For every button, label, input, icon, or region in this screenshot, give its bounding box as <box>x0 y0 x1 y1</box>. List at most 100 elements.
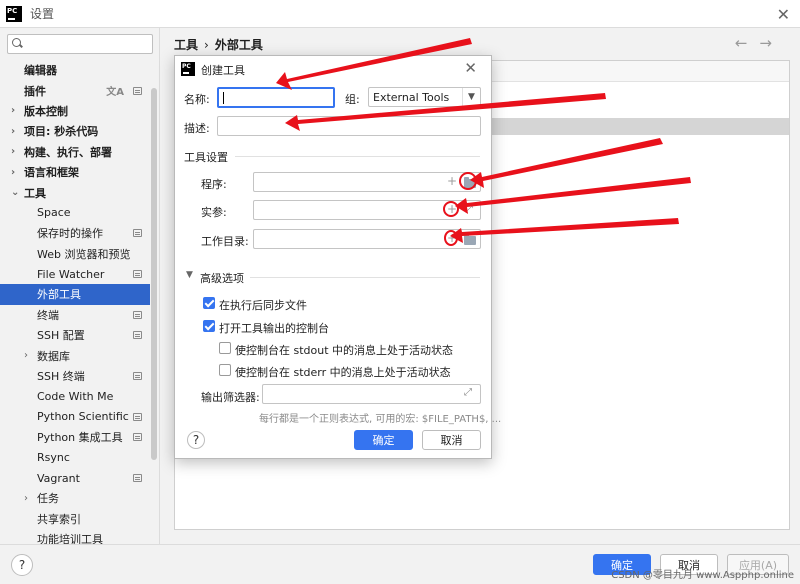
sidebar-item-label: 编辑器 <box>24 64 57 78</box>
search-input[interactable] <box>28 38 138 50</box>
dialog-cancel-button[interactable]: 取消 <box>422 430 481 450</box>
sidebar-item-label: 构建、执行、部署 <box>24 145 112 159</box>
sidebar-item[interactable]: File Watcher <box>0 264 150 284</box>
program-label: 程序: <box>201 178 227 191</box>
plus-icon[interactable]: + <box>447 231 457 245</box>
window-title: 设置 <box>30 7 55 21</box>
sync-files-checkbox[interactable] <box>203 297 215 309</box>
stdout-label: 使控制台在 stdout 中的消息上处于活动状态 <box>235 344 454 357</box>
sidebar-item[interactable]: ⌄ 工具 <box>0 182 150 202</box>
sidebar-item[interactable]: 功能培训工具 <box>0 529 150 544</box>
project-level-icon <box>133 372 142 381</box>
chevron-right-icon[interactable]: › <box>11 167 15 178</box>
sidebar-item[interactable]: Python Scientific <box>0 407 150 427</box>
dialog-close-icon[interactable]: ✕ <box>464 59 477 77</box>
arguments-label: 实参: <box>201 206 227 219</box>
sidebar-item[interactable]: 共享索引 <box>0 509 150 529</box>
stderr-checkbox[interactable] <box>219 364 231 376</box>
chevron-right-icon[interactable]: › <box>24 350 28 361</box>
plus-icon[interactable]: + <box>447 202 457 216</box>
sidebar-item[interactable]: › 数据库 <box>0 345 150 365</box>
sidebar-item-label: 终端 <box>37 308 59 322</box>
folder-icon[interactable] <box>464 177 476 188</box>
project-level-icon <box>133 270 142 279</box>
sidebar-item[interactable]: › 构建、执行、部署 <box>0 142 150 162</box>
expand-icon[interactable]: ⤢ <box>464 387 472 398</box>
name-label: 名称: <box>184 93 210 106</box>
sidebar-item-label: 保存时的操作 <box>37 227 103 241</box>
sidebar-item-label: 任务 <box>37 492 59 506</box>
sidebar-item[interactable]: 外部工具 <box>0 284 150 305</box>
sidebar-item[interactable]: › 项目: 秒杀代码 <box>0 121 150 141</box>
app-logo: PC <box>6 5 22 22</box>
working-directory-label: 工作目录: <box>201 235 249 248</box>
sidebar-item[interactable]: 保存时的操作 <box>0 223 150 243</box>
sidebar-item[interactable]: Web 浏览器和预览 <box>0 244 150 264</box>
sidebar-item-label: 项目: 秒杀代码 <box>24 125 99 139</box>
description-field[interactable] <box>217 116 481 136</box>
sidebar-item-label: 外部工具 <box>37 288 81 302</box>
stdout-checkbox[interactable] <box>219 342 231 354</box>
project-level-icon <box>133 412 142 421</box>
sidebar-item-label: Vagrant <box>37 471 80 485</box>
breadcrumb-parent[interactable]: 工具 <box>174 38 198 52</box>
translate-icon: 文A <box>106 87 124 99</box>
chevron-down-icon[interactable]: ▼ <box>186 270 193 280</box>
sidebar-item-label: 功能培训工具 <box>37 533 103 544</box>
sidebar-item-label: Python 集成工具 <box>37 431 123 445</box>
sidebar-item[interactable]: Vagrant <box>0 468 150 488</box>
sidebar-item-label: Python Scientific <box>37 410 129 424</box>
sidebar-item[interactable]: Rsync <box>0 447 150 467</box>
output-filters-label: 输出筛选器: <box>201 391 260 404</box>
selected-tree-row[interactable] <box>475 118 789 135</box>
folder-icon[interactable] <box>464 234 476 245</box>
plus-icon[interactable]: + <box>447 174 457 188</box>
output-filters-field[interactable] <box>262 384 481 404</box>
sidebar-item-label: SSH 终端 <box>37 370 85 384</box>
sidebar-item[interactable]: › 语言和框架 <box>0 162 150 182</box>
sidebar-item[interactable]: 插件 文A <box>0 80 150 100</box>
chevron-right-icon[interactable]: › <box>11 126 15 137</box>
dialog-ok-button[interactable]: 确定 <box>354 430 413 450</box>
expand-icon[interactable]: ⤢ <box>465 204 473 215</box>
sidebar-item[interactable]: Space <box>0 203 150 223</box>
settings-tree: 编辑器 插件 文A › 版本控制 › 项目: 秒杀代码 › 构建、执行、部署 › 语言和框架 ⌄ 工具 S… <box>0 60 150 544</box>
sidebar-scrollbar[interactable] <box>151 88 157 460</box>
chevron-right-icon[interactable]: › <box>11 105 15 116</box>
chevron-down-icon[interactable]: ⌄ <box>11 187 19 198</box>
group-dropdown[interactable]: External Tools ▼ <box>368 87 481 107</box>
settings-sidebar: 编辑器 插件 文A › 版本控制 › 项目: 秒杀代码 › 构建、执行、部署 › 语言和框架 ⌄ 工具 S… <box>0 28 160 544</box>
group-label: 组: <box>345 93 360 106</box>
open-console-checkbox[interactable] <box>203 320 215 332</box>
sidebar-item[interactable]: › 版本控制 <box>0 101 150 121</box>
sidebar-item[interactable]: 终端 <box>0 305 150 325</box>
advanced-options-title[interactable]: 高级选项 <box>200 270 244 286</box>
sidebar-item[interactable]: Python 集成工具 <box>0 427 150 447</box>
settings-search[interactable] <box>7 34 153 54</box>
help-icon[interactable]: ? <box>187 431 205 449</box>
breadcrumb: 工具 › 外部工具 <box>174 36 263 53</box>
breadcrumb-separator: › <box>204 38 209 52</box>
project-level-icon <box>133 310 142 319</box>
window-close-icon[interactable]: ✕ <box>777 5 790 24</box>
chevron-down-icon: ▼ <box>462 88 480 106</box>
forward-arrow-icon[interactable]: → <box>759 34 784 52</box>
sidebar-item[interactable]: SSH 配置 <box>0 325 150 345</box>
name-field[interactable] <box>217 87 335 108</box>
open-console-label: 打开工具输出的控制台 <box>219 322 329 335</box>
output-filters-hint: 每行都是一个正则表达式, 可用的宏: $FILE_PATH$, ... <box>259 414 502 425</box>
sidebar-item-label: SSH 配置 <box>37 329 85 343</box>
sidebar-item[interactable]: › 任务 <box>0 488 150 508</box>
back-arrow-icon[interactable]: ← <box>735 34 760 52</box>
project-level-icon <box>133 331 142 340</box>
help-icon[interactable]: ? <box>11 554 33 576</box>
chevron-right-icon[interactable]: › <box>11 146 15 157</box>
sidebar-item-label: File Watcher <box>37 267 105 281</box>
sidebar-item[interactable]: 编辑器 <box>0 60 150 80</box>
sidebar-item[interactable]: Code With Me <box>0 386 150 406</box>
sidebar-item-label: Code With Me <box>37 389 114 403</box>
dialog-app-logo: PC <box>181 62 195 76</box>
sidebar-item[interactable]: SSH 终端 <box>0 366 150 386</box>
chevron-right-icon[interactable]: › <box>24 493 28 504</box>
sidebar-item-label: 数据库 <box>37 349 70 363</box>
